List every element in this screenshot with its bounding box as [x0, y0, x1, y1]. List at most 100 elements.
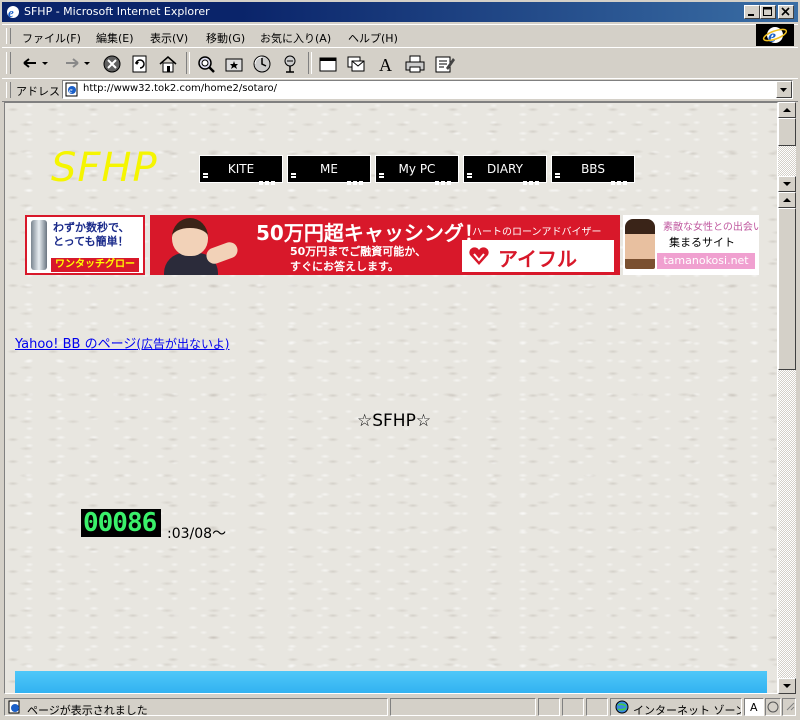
- status-zone-panel[interactable]: インターネット ゾーン: [610, 698, 742, 716]
- toolbar-grip[interactable]: [6, 52, 11, 74]
- ad2-tagline: ハートのローンアドバイザー: [472, 227, 602, 238]
- back-button[interactable]: [18, 52, 54, 74]
- address-input[interactable]: e http://www32.tok2.com/home2/sotaro/: [62, 80, 793, 99]
- scroll-up-button-inner[interactable]: [778, 192, 796, 208]
- menubar-grip[interactable]: [6, 28, 11, 44]
- ad3-photo: [625, 219, 655, 269]
- menu-help[interactable]: ヘルプ(H): [348, 30, 398, 46]
- ad3-line1: 素敵な女性との出会い: [663, 222, 759, 233]
- ad2-headline: 50万円超キャッシング！: [256, 221, 484, 245]
- address-url[interactable]: http://www32.tok2.com/home2/sotaro/: [83, 83, 277, 94]
- nav-decoration: [203, 176, 208, 178]
- print-icon: [405, 55, 425, 73]
- ad2-brand-box: アイフル: [462, 240, 614, 272]
- print-button[interactable]: [402, 52, 426, 74]
- edit-icon: [435, 56, 455, 73]
- nav-bbs-label: BBS: [581, 162, 605, 176]
- ad3-line2: 集まるサイト: [669, 236, 735, 249]
- mail-button[interactable]: [344, 52, 368, 74]
- history-icon: [253, 55, 271, 73]
- ime-mode-indicator[interactable]: A: [744, 698, 764, 716]
- scroll-down-button[interactable]: [778, 678, 796, 694]
- nav-diary-button[interactable]: DIARY: [463, 155, 547, 185]
- favorites-icon: [225, 58, 243, 72]
- home-icon: [159, 56, 177, 73]
- close-icon: [781, 7, 790, 16]
- bottom-decorative-bar: [15, 671, 767, 693]
- status-panel-2: [390, 698, 536, 716]
- channels-button[interactable]: [278, 52, 302, 74]
- nav-decoration: [291, 176, 296, 178]
- nav-kite-button[interactable]: KITE: [199, 155, 283, 185]
- scroll-thumb[interactable]: [778, 208, 796, 370]
- stop-button[interactable]: [100, 52, 124, 74]
- toolbar-separator: [186, 52, 190, 74]
- nav-dots: [345, 175, 367, 185]
- search-icon: [198, 56, 215, 73]
- scroll-up-button[interactable]: [778, 102, 796, 118]
- scroll-down-button-inner[interactable]: [778, 176, 796, 192]
- toolbar-separator: [308, 52, 312, 74]
- menu-edit[interactable]: 編集(E): [96, 30, 134, 46]
- back-icon: [23, 58, 48, 68]
- arrow-down-icon: [783, 182, 791, 186]
- arrow-up-icon: [783, 198, 791, 202]
- arrow-down-icon: [783, 684, 791, 688]
- globe-icon: [615, 700, 629, 714]
- spray-can-image: [31, 220, 47, 270]
- status-panel-3: [538, 698, 560, 716]
- ad3-domain: tamanokosi.net: [657, 253, 755, 269]
- model-face-image: [172, 218, 208, 256]
- addressbar-grip[interactable]: [6, 82, 11, 98]
- ad-banner-tamanokosi[interactable]: 素敵な女性との出会い 集まるサイト tamanokosi.net: [623, 215, 759, 275]
- minimize-icon: [748, 14, 754, 16]
- site-logo: SFHP: [51, 145, 158, 191]
- history-button[interactable]: [250, 52, 274, 74]
- stop-icon: [103, 55, 121, 73]
- ad-banner-aiful[interactable]: 50万円超キャッシング！ ハートのローンアドバイザー 50万円までご融資可能か、…: [150, 215, 620, 275]
- edit-button[interactable]: [432, 52, 456, 74]
- nav-me-button[interactable]: ME: [287, 155, 371, 185]
- ad2-brand: アイフル: [498, 247, 577, 271]
- menu-favorites[interactable]: お気に入り(A): [260, 30, 331, 46]
- ime-panel-2[interactable]: [765, 698, 781, 716]
- favorites-button[interactable]: [222, 52, 246, 74]
- minimize-button[interactable]: [744, 5, 760, 19]
- address-bar: アドレス e http://www32.tok2.com/home2/sotar…: [2, 78, 798, 102]
- nav-mypc-button[interactable]: My PC: [375, 155, 459, 185]
- yahoo-bb-link[interactable]: Yahoo! BB のページ(広告が出ないよ): [15, 333, 229, 352]
- nav-bbs-button[interactable]: BBS: [551, 155, 635, 185]
- nav-kite-label: KITE: [227, 162, 255, 176]
- counter-digits: 00086: [83, 508, 157, 538]
- fullscreen-icon: [319, 57, 337, 72]
- fullscreen-button[interactable]: [316, 52, 340, 74]
- refresh-icon: [132, 55, 147, 73]
- close-button[interactable]: [778, 5, 794, 19]
- search-button[interactable]: [194, 52, 218, 74]
- home-button[interactable]: [156, 52, 180, 74]
- forward-button[interactable]: [60, 52, 96, 74]
- menu-file[interactable]: ファイル(F): [22, 30, 81, 46]
- address-dropdown-button[interactable]: [776, 81, 792, 98]
- maximize-button[interactable]: [760, 5, 776, 19]
- resize-grip[interactable]: [782, 698, 796, 716]
- font-button[interactable]: A: [374, 52, 398, 74]
- nav-dots: [257, 175, 279, 185]
- refresh-button[interactable]: [128, 52, 152, 74]
- ad-banner-onetouch[interactable]: わずか数秒で、 とっても簡単！ ワンタッチグロー: [25, 215, 145, 275]
- nav-decoration: [555, 176, 560, 178]
- nav-decoration: [467, 176, 472, 178]
- status-bar: ページが表示されました インターネット ゾーン A: [2, 696, 798, 718]
- chevron-down-icon: [780, 88, 787, 92]
- nav-me-label: ME: [320, 162, 338, 176]
- ad2-subtext: 50万円までご融資可能か、 すぐにお答えします。: [290, 245, 427, 273]
- title-bar[interactable]: e SFHP - Microsoft Internet Explorer: [2, 2, 798, 22]
- menu-go[interactable]: 移動(G): [206, 30, 245, 46]
- nav-decoration: [379, 176, 384, 178]
- vertical-scrollbar[interactable]: [778, 102, 796, 694]
- scroll-thumb-upper[interactable]: [778, 118, 796, 146]
- channels-icon: [284, 55, 296, 73]
- nav-mypc-label: My PC: [398, 162, 436, 176]
- yahoo-note: (広告が出ないよ): [136, 337, 230, 351]
- menu-view[interactable]: 表示(V): [150, 30, 188, 46]
